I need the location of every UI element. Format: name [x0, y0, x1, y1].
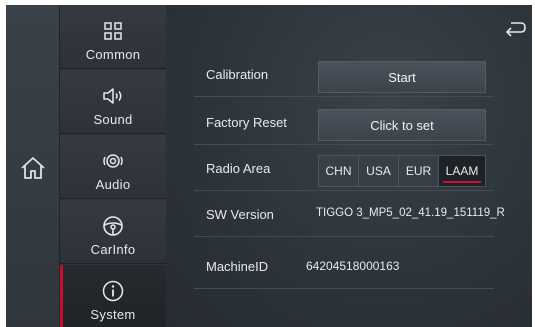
back-icon[interactable]	[504, 20, 528, 38]
sidebar-item-label: CarInfo	[90, 242, 136, 257]
radio-area-option-chn[interactable]: CHN	[319, 156, 359, 186]
machine-id-value: 64204518000163	[306, 259, 400, 273]
home-rail	[6, 5, 60, 327]
factory-reset-row: Factory Reset Click to set	[194, 105, 494, 145]
sidebar-item-carinfo[interactable]: CarInfo	[60, 200, 166, 264]
factory-reset-button[interactable]: Click to set	[318, 109, 486, 141]
info-icon	[102, 280, 124, 302]
grid-icon	[104, 22, 122, 40]
sw-version-row: SW Version TIGGO 3_MP5_02_41.19_151119_R	[194, 197, 505, 237]
radio-area-selector: CHN USA EUR LAAM	[318, 155, 486, 187]
sw-version-value: TIGGO 3_MP5_02_41.19_151119_R	[316, 207, 505, 219]
sw-version-label: SW Version	[206, 207, 274, 222]
radio-area-option-eur[interactable]: EUR	[399, 156, 439, 186]
category-sidebar: Common Sound Audio CarInfo System	[60, 5, 166, 327]
sidebar-item-system[interactable]: System	[60, 265, 166, 327]
sidebar-item-common[interactable]: Common	[60, 5, 166, 69]
calibration-label: Calibration	[206, 67, 269, 82]
speaker-icon	[103, 88, 122, 104]
radio-area-option-laam[interactable]: LAAM	[439, 156, 485, 186]
radio-area-row: Radio Area CHN USA EUR LAAM	[194, 151, 494, 191]
calibration-row: Calibration Start	[194, 57, 494, 97]
machine-id-label: MachineID	[206, 259, 269, 274]
radio-area-option-usa[interactable]: USA	[359, 156, 399, 186]
system-settings-panel: Calibration Start Factory Reset Click to…	[166, 5, 532, 327]
sidebar-item-label: Sound	[93, 112, 133, 127]
sidebar-item-label: Common	[85, 47, 141, 62]
calibration-start-button[interactable]: Start	[318, 61, 486, 93]
radio-area-label: Radio Area	[206, 161, 271, 176]
sidebar-item-sound[interactable]: Sound	[60, 70, 166, 134]
home-icon[interactable]	[19, 155, 47, 181]
audio-icon	[103, 154, 123, 168]
sidebar-item-label: Audio	[95, 177, 131, 192]
machine-id-row: MachineID 64204518000163	[194, 249, 494, 289]
sidebar-item-audio[interactable]: Audio	[60, 135, 166, 199]
sidebar-item-label: System	[90, 307, 136, 322]
factory-reset-label: Factory Reset	[206, 115, 287, 130]
steering-wheel-icon	[103, 216, 123, 236]
screen: Common Sound Audio CarInfo System Calibr…	[6, 5, 532, 327]
